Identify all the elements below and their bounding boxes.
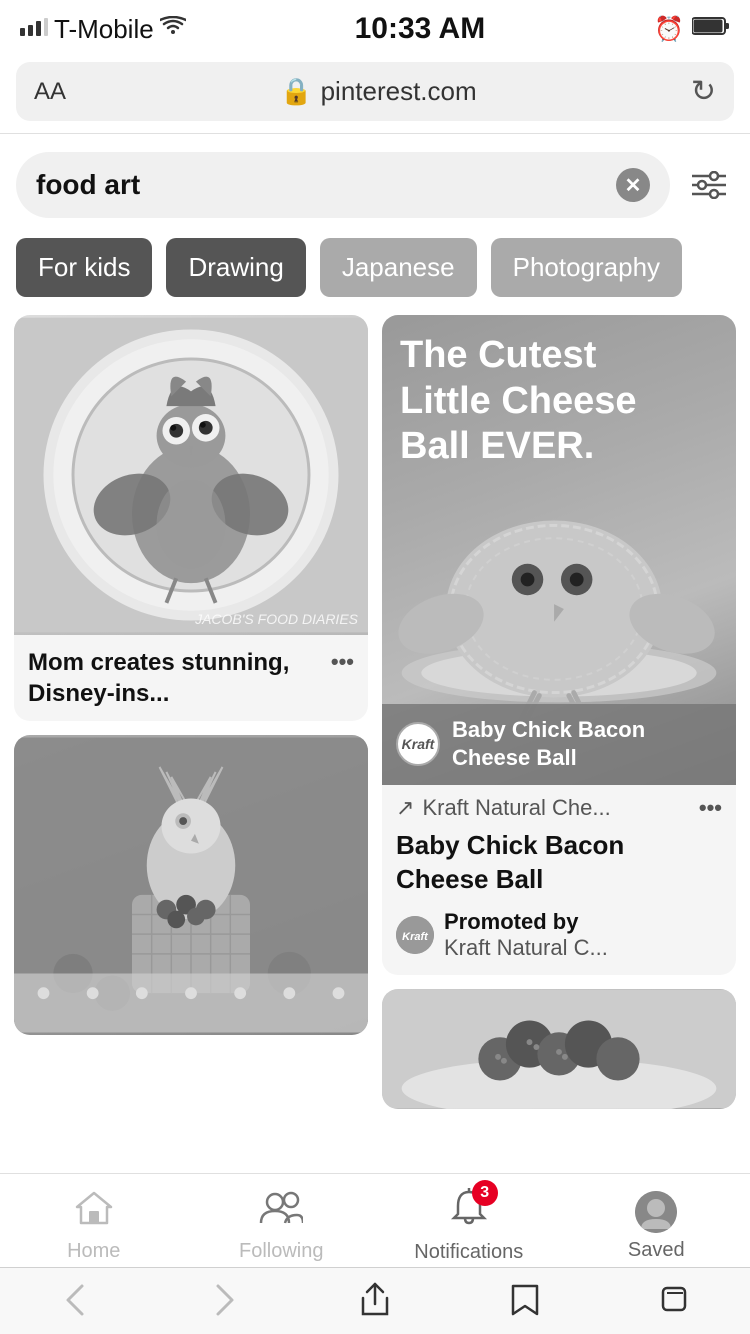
search-section: food art ✕: [0, 134, 750, 230]
pin-more-button[interactable]: •••: [331, 649, 354, 675]
url-bar[interactable]: AA 🔒 pinterest.com ↻: [16, 62, 734, 121]
kraft-logo: Kraft: [396, 722, 440, 766]
pin-card-chicken[interactable]: JACOB'S FOOD DIARIES ••• Mom creates stu…: [14, 315, 368, 721]
url-display[interactable]: 🔒 pinterest.com: [78, 76, 679, 107]
notification-badge: 3: [472, 1180, 498, 1206]
pin-card-berries[interactable]: [382, 989, 736, 1109]
filter-tag-photography[interactable]: Photography: [491, 238, 682, 297]
filter-button[interactable]: [684, 160, 734, 210]
pin-card-pineapple[interactable]: [14, 735, 368, 1035]
filter-tag-japanese[interactable]: Japanese: [320, 238, 477, 297]
kraft-bottom-bar: Kraft Baby Chick BaconCheese Ball: [382, 704, 736, 785]
home-label: Home: [67, 1240, 120, 1263]
filter-tag-forkids[interactable]: For kids: [16, 238, 152, 297]
safari-share-button[interactable]: [335, 1282, 415, 1318]
following-label: Following: [239, 1240, 323, 1263]
pin-image-cheeseball: The Cutest Little Cheese Ball EVER.: [382, 315, 736, 785]
notifications-icon: 3: [450, 1188, 488, 1235]
reload-button[interactable]: ↻: [691, 74, 716, 109]
promoted-source-row: ↗ Kraft Natural Che... •••: [382, 785, 736, 825]
pin-image-berries: [382, 989, 736, 1109]
safari-back-button[interactable]: [35, 1282, 115, 1318]
notifications-label: Notifications: [414, 1241, 523, 1264]
pin-image-pineapple: [14, 735, 368, 1035]
pin-grid: JACOB'S FOOD DIARIES ••• Mom creates stu…: [0, 315, 750, 1109]
pin-column-right: The Cutest Little Cheese Ball EVER.: [382, 315, 736, 1109]
safari-forward-button[interactable]: [185, 1282, 265, 1318]
pin-column-left: JACOB'S FOOD DIARIES ••• Mom creates stu…: [14, 315, 368, 1109]
pin-image-chicken: JACOB'S FOOD DIARIES: [14, 315, 368, 635]
pin-card-cheeseball[interactable]: The Cutest Little Cheese Ball EVER.: [382, 315, 736, 975]
svg-text:Kraft: Kraft: [402, 931, 429, 943]
alarm-icon: ⏰: [654, 15, 684, 44]
search-text: food art: [36, 169, 606, 201]
filter-tag-drawing[interactable]: Drawing: [166, 238, 305, 297]
promoted-source-name: Kraft Natural Che...: [422, 795, 690, 821]
nav-item-following[interactable]: Following: [188, 1189, 376, 1263]
filter-tags-row: For kids Drawing Japanese Photography: [0, 230, 750, 315]
wifi-icon: [160, 15, 186, 43]
nav-item-saved[interactable]: Saved: [563, 1191, 750, 1262]
nav-item-home[interactable]: Home: [0, 1189, 188, 1263]
watermark-text: JACOB'S FOOD DIARIES: [195, 611, 358, 627]
status-left: T-Mobile: [20, 14, 186, 45]
battery-icon: [692, 16, 730, 42]
promoted-more-button[interactable]: •••: [699, 795, 722, 821]
kraft-logo-text: Kraft: [402, 736, 435, 752]
promoted-arrow-icon: ↗: [396, 795, 414, 821]
status-time: 10:33 AM: [355, 12, 486, 46]
text-size-control[interactable]: AA: [34, 78, 66, 106]
promoted-by-text: Promoted by Kraft Natural C...: [444, 909, 608, 961]
browser-bar: AA 🔒 pinterest.com ↻: [0, 54, 750, 134]
user-avatar: [635, 1191, 677, 1233]
nav-item-notifications[interactable]: 3 Notifications: [375, 1188, 563, 1264]
status-right: ⏰: [654, 15, 730, 44]
search-clear-button[interactable]: ✕: [616, 168, 650, 202]
safari-bookmarks-button[interactable]: [485, 1282, 565, 1318]
url-text: pinterest.com: [321, 76, 477, 107]
pin-promoted-title: Baby Chick Bacon Cheese Ball: [382, 825, 736, 905]
lock-icon: 🔒: [280, 76, 312, 107]
kraft-avatar: Kraft: [396, 916, 434, 954]
signal-icon: [20, 16, 48, 42]
following-icon: [259, 1189, 303, 1234]
status-bar: T-Mobile 10:33 AM ⏰: [0, 0, 750, 54]
pin-grid-wrapper: JACOB'S FOOD DIARIES ••• Mom creates stu…: [0, 315, 750, 1269]
pin-title-chicken: Mom creates stunning, Disney-ins...: [28, 647, 354, 709]
pin-info-chicken: ••• Mom creates stunning, Disney-ins...: [14, 635, 368, 721]
safari-tabs-button[interactable]: [635, 1282, 715, 1318]
home-icon: [75, 1189, 113, 1234]
promoted-by-name: Kraft Natural C...: [444, 935, 608, 960]
saved-label: Saved: [628, 1239, 685, 1262]
search-bar[interactable]: food art ✕: [16, 152, 670, 218]
bottom-nav: Home Following 3 Notifications: [0, 1173, 750, 1274]
clear-icon: ✕: [625, 173, 642, 198]
carrier-label: T-Mobile: [54, 14, 154, 45]
kraft-product-text: Baby Chick BaconCheese Ball: [452, 716, 645, 773]
safari-bottom-bar: [0, 1267, 750, 1334]
promoted-by-label: Promoted by: [444, 909, 578, 934]
promoted-by-row: Kraft Promoted by Kraft Natural C...: [382, 905, 736, 975]
saved-icon: [635, 1191, 677, 1233]
